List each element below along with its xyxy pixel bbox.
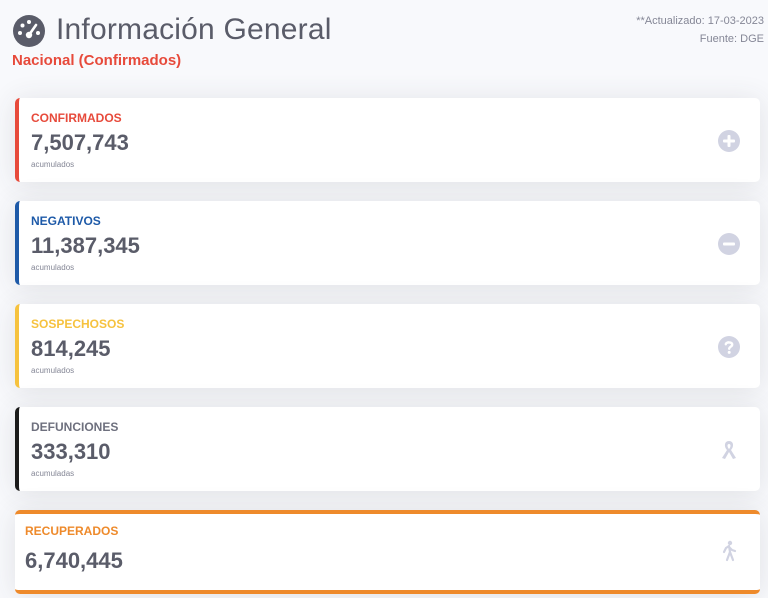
minus-circle-icon	[718, 233, 740, 255]
card-confirmados: CONFIRMADOS 7,507,743 acumulados	[15, 98, 760, 182]
card-sospechosos: SOSPECHOSOS 814,245 acumulados	[15, 304, 760, 388]
card-value: 6,740,445	[25, 548, 123, 573]
ribbon-icon	[722, 441, 736, 459]
updated-date: **Actualizado: 17-03-2023	[636, 15, 764, 27]
card-value: 814,245	[31, 336, 111, 361]
card-value: 7,507,743	[31, 130, 129, 155]
card-recuperados: RECUPERADOS 6,740,445	[15, 510, 760, 594]
card-label: RECUPERADOS	[25, 524, 119, 538]
page-subtitle: Nacional (Confirmados)	[12, 52, 182, 69]
plus-circle-icon	[718, 130, 740, 152]
speedometer-icon	[13, 15, 45, 47]
card-sublabel: acumulados	[31, 160, 75, 169]
question-circle-icon	[718, 336, 740, 358]
card-sublabel: acumulados	[31, 366, 75, 375]
update-info: **Actualizado: 17-03-2023 Fuente: DGE	[636, 12, 764, 48]
card-label: SOSPECHOSOS	[31, 317, 125, 331]
card-sublabel: acumuladas	[31, 469, 75, 478]
walking-person-icon	[722, 540, 737, 562]
card-value: 11,387,345	[31, 233, 140, 258]
card-value: 333,310	[31, 439, 111, 464]
card-sublabel: acumulados	[31, 263, 75, 272]
data-source: Fuente: DGE	[699, 33, 764, 45]
card-label: CONFIRMADOS	[31, 111, 122, 125]
card-negativos: NEGATIVOS 11,387,345 acumulados	[15, 201, 760, 285]
card-label: DEFUNCIONES	[31, 420, 119, 434]
card-label: NEGATIVOS	[31, 214, 101, 228]
page-title: Información General	[56, 13, 332, 46]
card-defunciones: DEFUNCIONES 333,310 acumuladas	[15, 407, 760, 491]
